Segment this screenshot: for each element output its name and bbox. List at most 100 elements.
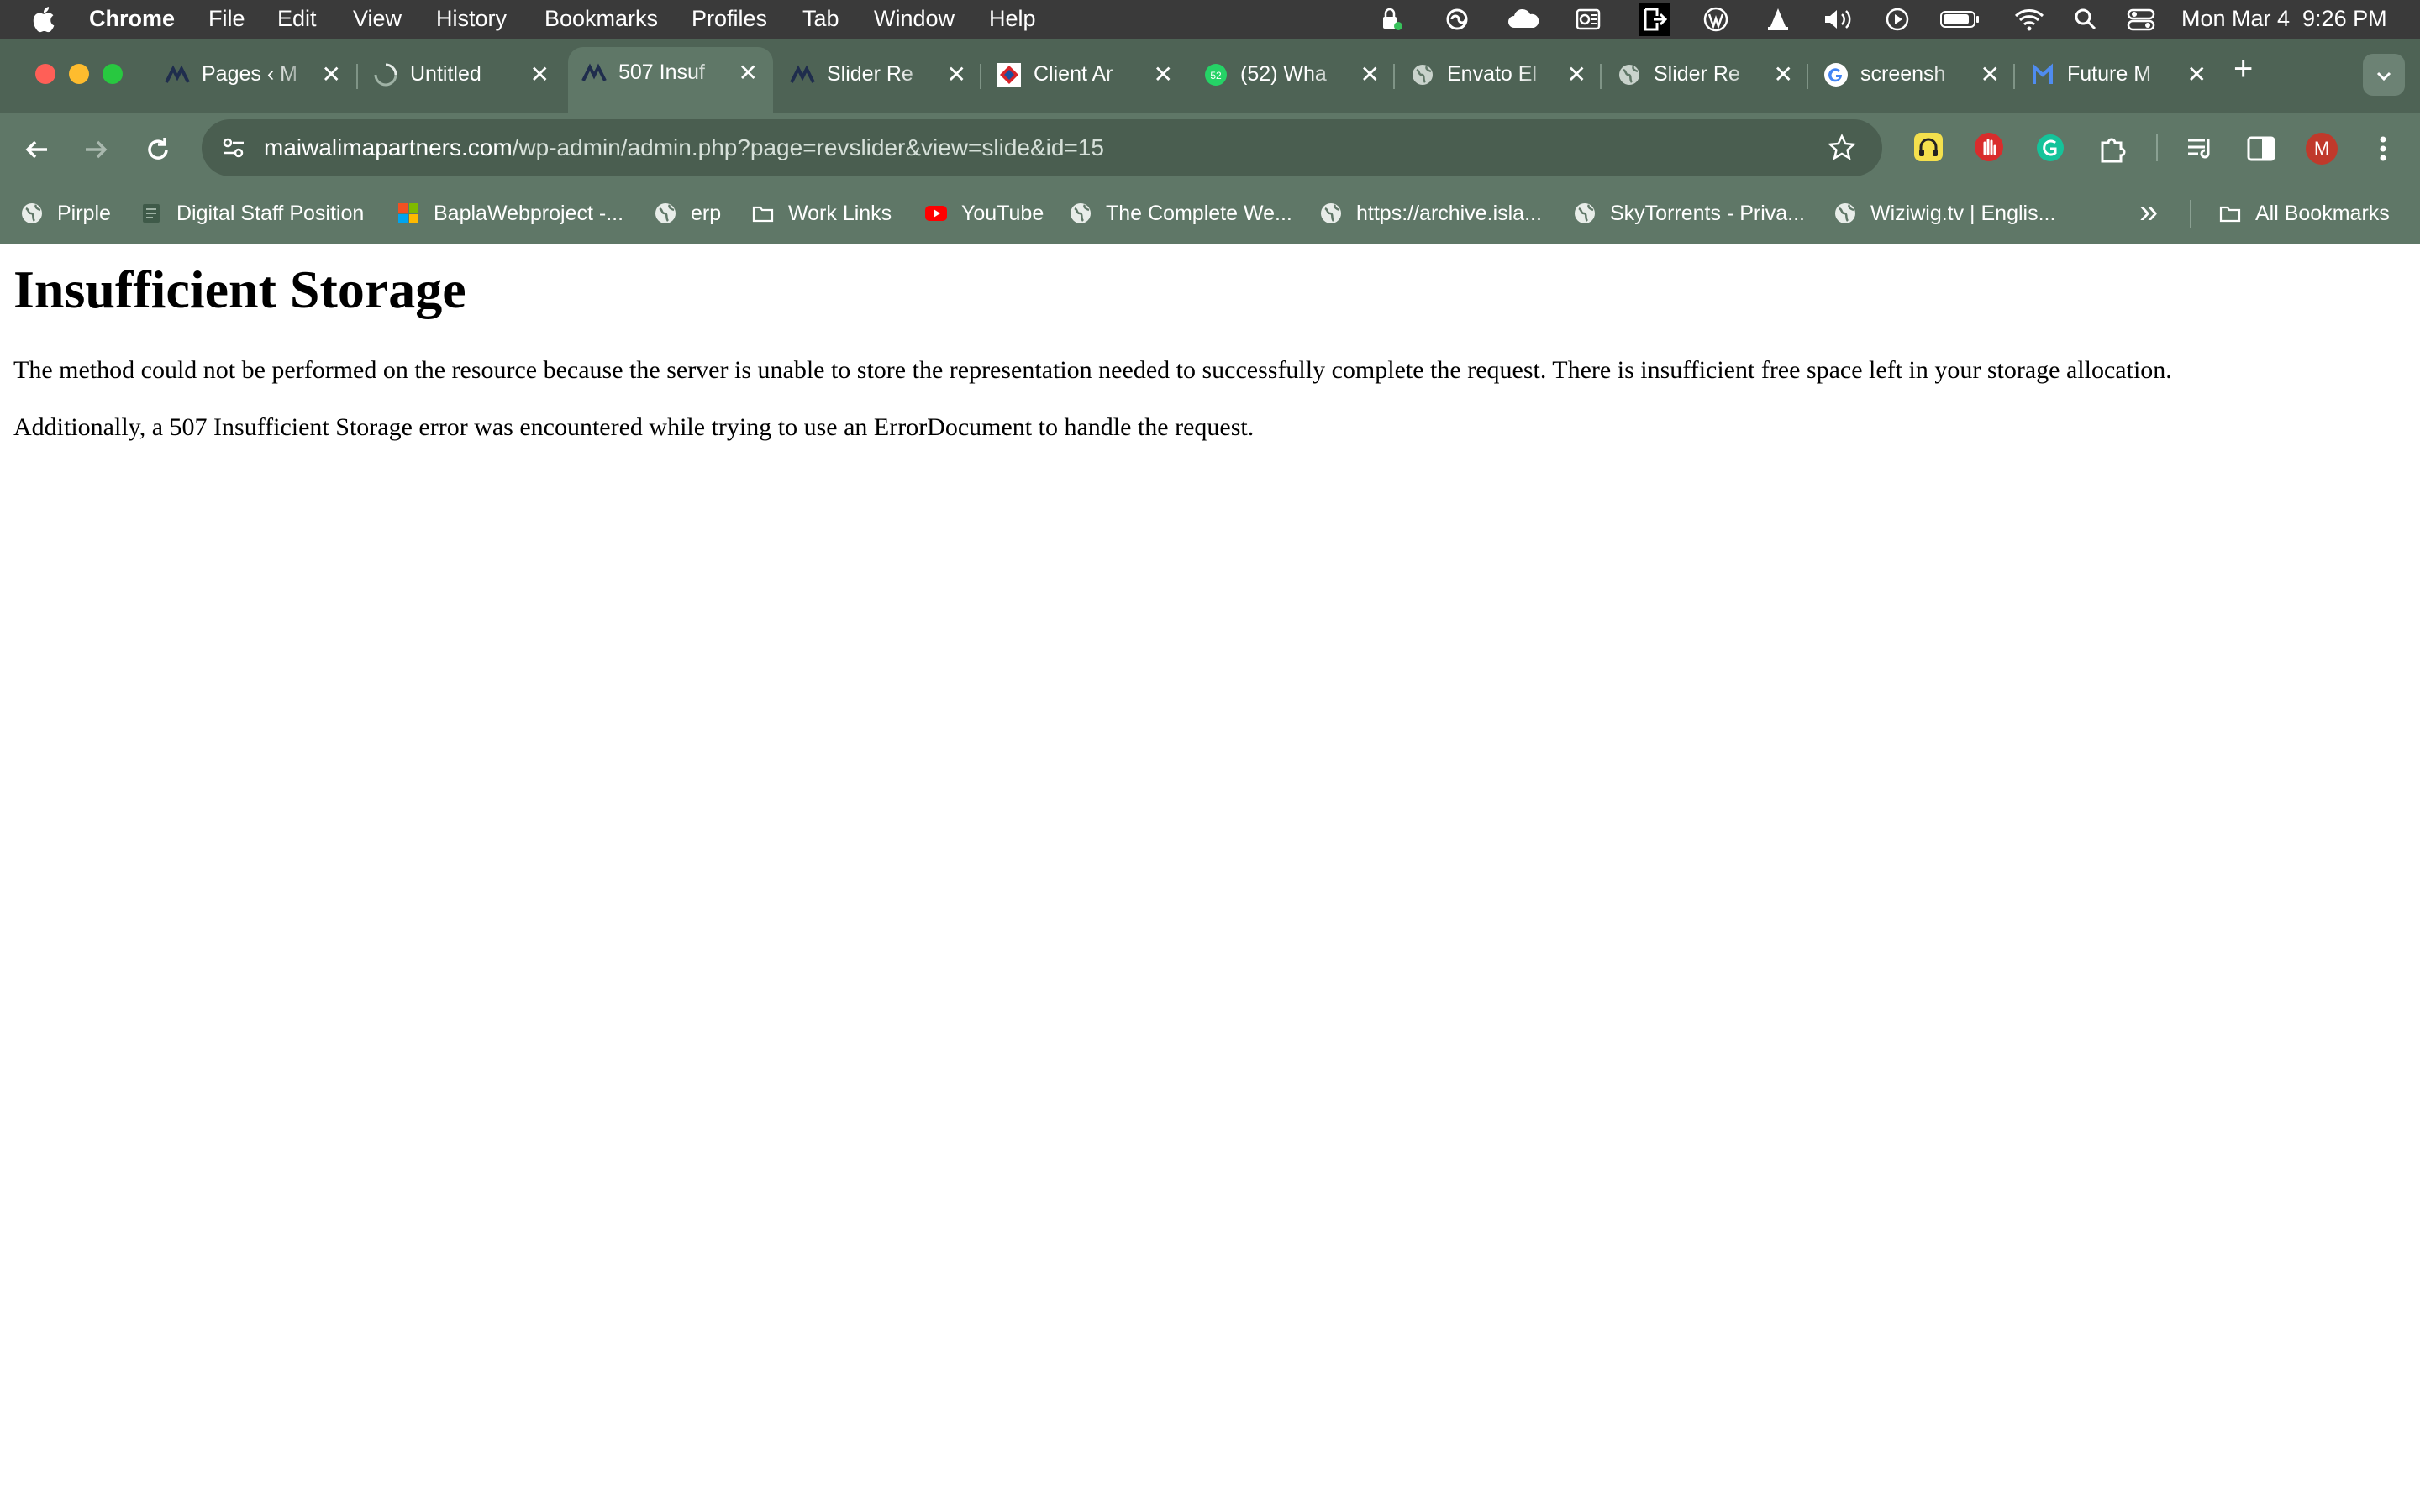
macos-menu-bar: Chrome File Edit View History Bookmarks …: [0, 0, 2420, 39]
tab-active[interactable]: 507 Insuf ✕: [568, 47, 773, 113]
media-control-icon[interactable]: [2185, 133, 2217, 165]
tab-slider-revolution[interactable]: Slider Re ✕: [776, 49, 981, 102]
tab-slider-revolution-2[interactable]: Slider Re ✕: [1603, 49, 1808, 102]
creative-cloud-icon[interactable]: [1444, 6, 1470, 33]
back-button[interactable]: [18, 131, 55, 168]
folder-icon: [2219, 206, 2241, 223]
search-icon[interactable]: [2072, 6, 2099, 33]
stop-hand-icon: [1983, 139, 1996, 155]
youtube-icon: [925, 206, 947, 221]
menu-datetime[interactable]: Mon Mar 4 9:26 PM: [2181, 6, 2387, 32]
tab-separator: [1600, 64, 1602, 89]
avatar[interactable]: M: [2306, 133, 2338, 165]
wordpress-icon[interactable]: [1702, 6, 1729, 33]
exit-icon[interactable]: [1639, 3, 1670, 36]
maximize-window-button[interactable]: [103, 64, 123, 84]
close-icon[interactable]: ✕: [2187, 60, 2207, 88]
close-icon[interactable]: ✕: [739, 59, 758, 87]
error-detail: Additionally, a 507 Insufficient Storage…: [13, 413, 1255, 441]
headphones-icon: [1919, 138, 1938, 156]
loading-spinner-icon: [374, 63, 397, 87]
menu-app-name[interactable]: Chrome: [89, 6, 175, 32]
close-icon[interactable]: ✕: [530, 60, 550, 88]
menu-tab[interactable]: Tab: [802, 6, 839, 32]
tab-google-search[interactable]: screensh ✕: [1810, 49, 2015, 102]
tab-untitled[interactable]: Untitled ✕: [360, 49, 565, 102]
tab-separator: [356, 64, 358, 89]
svg-text:52: 52: [1210, 70, 1222, 81]
tab-search-button[interactable]: [2363, 54, 2405, 96]
close-icon[interactable]: ✕: [1360, 60, 1380, 88]
close-icon[interactable]: ✕: [947, 60, 966, 88]
close-icon[interactable]: ✕: [1567, 60, 1586, 88]
minimize-window-button[interactable]: [69, 64, 89, 84]
reload-button[interactable]: [139, 131, 176, 168]
menu-profiles[interactable]: Profiles: [692, 6, 767, 32]
tab-title: Pages ‹ M: [202, 62, 297, 86]
page-content: Insufficient Storage The method could no…: [0, 244, 2420, 1512]
close-icon[interactable]: ✕: [1981, 60, 2000, 88]
play-icon[interactable]: [1884, 6, 1911, 33]
url-text[interactable]: maiwalimapartners.com/wp-admin/admin.php…: [264, 134, 1104, 161]
extension-adblock-icon[interactable]: [1975, 133, 2003, 161]
bookmark-star-icon[interactable]: [1827, 133, 1857, 163]
site-logo-icon: [581, 63, 607, 81]
menu-history[interactable]: History: [436, 6, 507, 32]
tab-separator: [2013, 64, 2015, 89]
browser-chrome: Pages ‹ M ✕ Untitled ✕ 507 Insuf ✕ Slide…: [0, 39, 2420, 244]
wifi-icon[interactable]: [2013, 6, 2045, 33]
globe-icon: [1575, 203, 1595, 223]
menu-bookmarks[interactable]: Bookmarks: [544, 6, 658, 32]
globe-icon: [655, 203, 676, 223]
address-bar[interactable]: maiwalimapartners.com/wp-admin/admin.php…: [202, 119, 1882, 176]
tab-pages[interactable]: Pages ‹ M ✕: [151, 49, 356, 102]
bookmarks-overflow-button[interactable]: »: [2139, 193, 2158, 231]
close-icon[interactable]: ✕: [1774, 60, 1793, 88]
menu-view[interactable]: View: [353, 6, 402, 32]
cloud-icon[interactable]: [1506, 6, 1541, 33]
more-menu-icon[interactable]: [2368, 133, 2398, 165]
menu-file[interactable]: File: [208, 6, 245, 32]
chevron-down-icon: [2376, 71, 2391, 81]
close-icon[interactable]: ✕: [1154, 60, 1173, 88]
tab-client-area[interactable]: Client Ar ✕: [983, 49, 1188, 102]
close-window-button[interactable]: [35, 64, 55, 84]
lock-badge-icon[interactable]: [1378, 6, 1405, 33]
menu-edit[interactable]: Edit: [277, 6, 317, 32]
client-area-icon: [997, 63, 1021, 87]
site-info-icon[interactable]: [220, 134, 247, 161]
error-description: The method could not be performed on the…: [13, 356, 2172, 384]
extensions-puzzle-icon[interactable]: [2096, 131, 2129, 165]
tab-envato[interactable]: Envato El ✕: [1397, 49, 1602, 102]
tab-whatsapp[interactable]: 52 (52) Wha ✕: [1190, 49, 1395, 102]
tab-strip: Pages ‹ M ✕ Untitled ✕ 507 Insuf ✕ Slide…: [0, 39, 2420, 113]
bookmark-label: Work Links: [788, 202, 892, 225]
menu-window[interactable]: Window: [874, 6, 955, 32]
menu-help[interactable]: Help: [989, 6, 1036, 32]
grammarly-icon[interactable]: [2035, 133, 2065, 163]
tab-title: 507 Insuf: [618, 60, 705, 84]
bookmark-label: erp: [691, 202, 722, 225]
url-domain: maiwalimapartners.com: [264, 134, 513, 160]
document-icon: [143, 204, 160, 223]
tab-title: Client Ar: [1034, 62, 1113, 86]
apple-logo-icon[interactable]: [30, 5, 55, 34]
new-tab-button[interactable]: +: [2233, 50, 2253, 88]
close-icon[interactable]: ✕: [322, 60, 341, 88]
page-title: Insufficient Storage: [13, 260, 466, 319]
volume-icon[interactable]: [1822, 6, 1855, 33]
url-path: /wp-admin/admin.php?page=revslider&view=…: [512, 134, 1104, 160]
battery-icon[interactable]: [1939, 6, 1981, 33]
control-center-icon[interactable]: [2126, 6, 2156, 33]
avatar-initial: M: [2313, 138, 2330, 159]
bookmark-label: SkyTorrents - Priva...: [1610, 202, 1805, 225]
side-panel-icon[interactable]: [2245, 133, 2277, 165]
forward-button[interactable]: [77, 131, 114, 168]
vlc-icon[interactable]: [1765, 6, 1791, 33]
tab-title: Envato El: [1447, 62, 1538, 86]
tab-title: screensh: [1860, 62, 1946, 86]
tab-future-m[interactable]: Future M ✕: [2017, 49, 2222, 102]
outlook-icon[interactable]: [1575, 6, 1602, 33]
extension-audio-icon[interactable]: [1914, 133, 1943, 161]
bookmark-label: Digital Staff Position: [176, 202, 365, 225]
